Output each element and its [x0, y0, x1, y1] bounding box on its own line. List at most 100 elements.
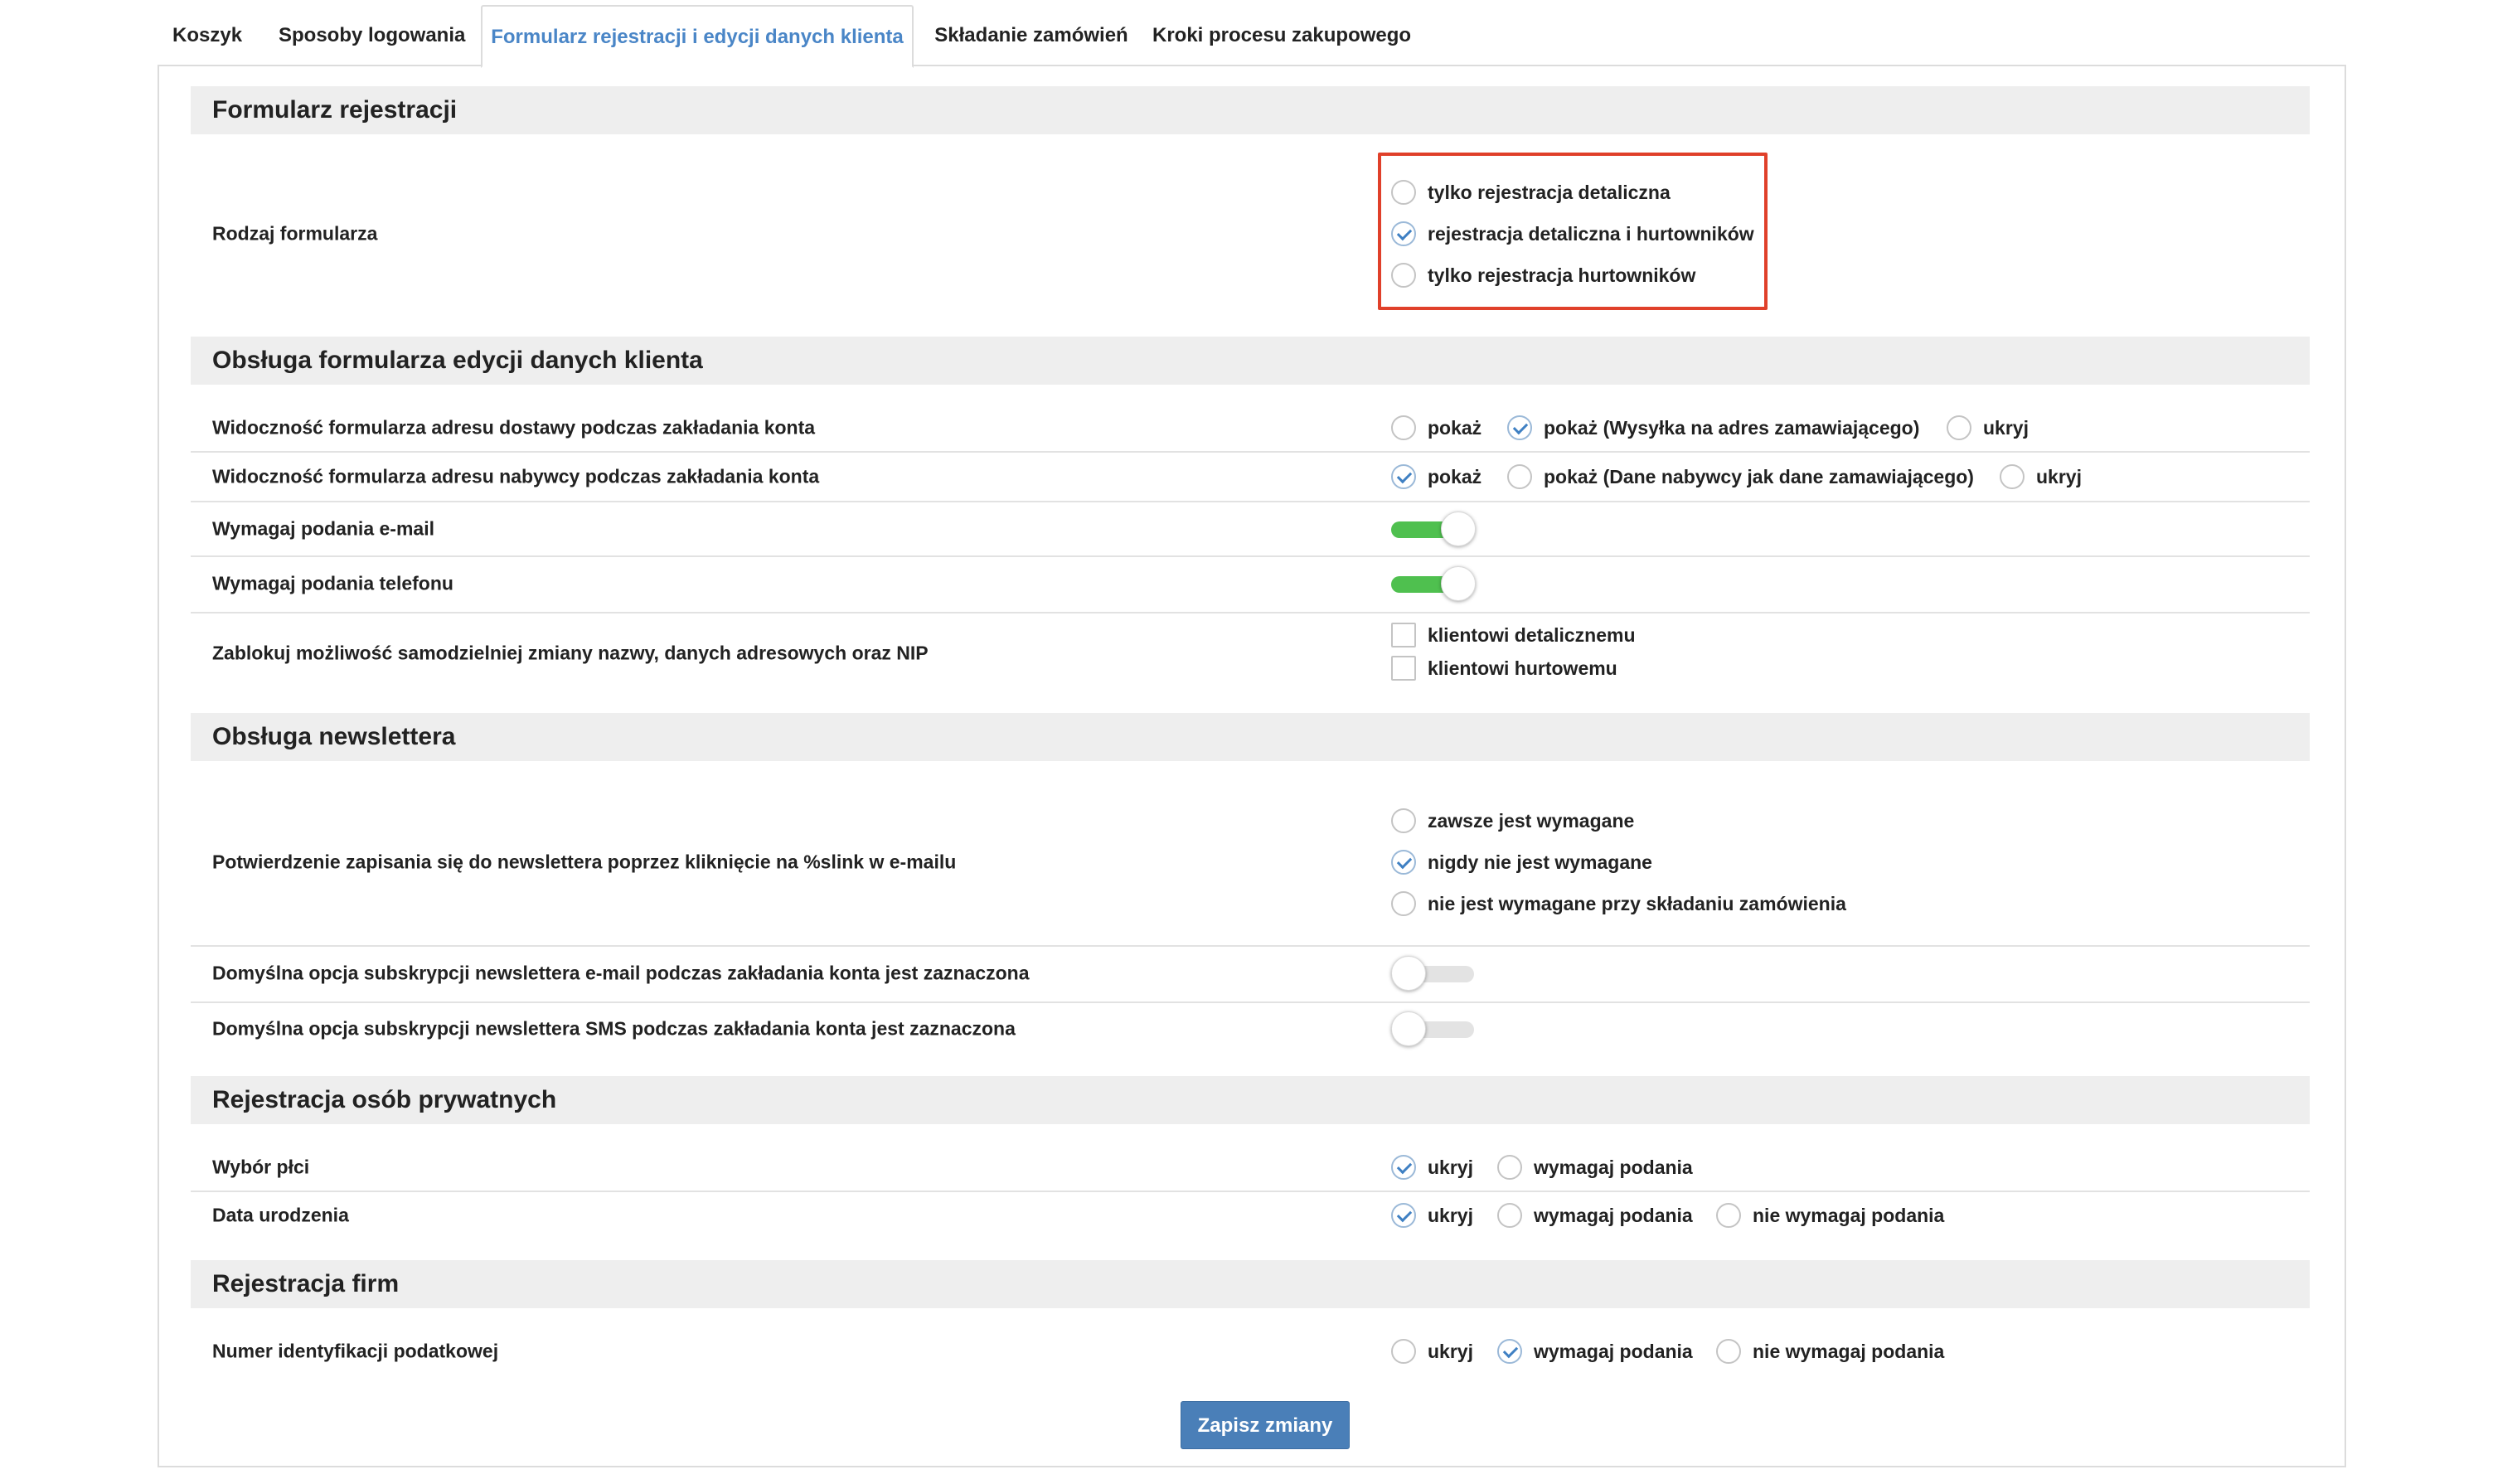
option-label: pokaż [1428, 416, 1482, 439]
require-phone-toggle[interactable] [1391, 566, 1476, 601]
radio-checked-icon [1497, 1339, 1522, 1364]
option-label: pokaż [1428, 465, 1482, 487]
delivery-visibility-hide[interactable]: ukryj [1947, 415, 2029, 440]
delivery-visibility-show[interactable]: pokaż [1391, 415, 1481, 440]
radio-checked-icon [1391, 1155, 1416, 1180]
option-label: nie wymagaj podania [1753, 1204, 1945, 1226]
option-label: nigdy nie jest wymagane [1428, 851, 1652, 873]
radio-checked-icon [1391, 464, 1416, 489]
option-label: pokaż (Dane nabywcy jak dane zamawiające… [1544, 465, 1974, 487]
require-email-toggle[interactable] [1391, 512, 1476, 546]
birth-date-hide[interactable]: ukryj [1391, 1203, 1473, 1228]
settings-panel [158, 66, 2346, 1467]
newsletter-confirmation-label: Potwierdzenie zapisania się do newslette… [212, 851, 957, 873]
radio-icon [1716, 1203, 1741, 1228]
radio-icon [1391, 808, 1416, 833]
row-divider [191, 1191, 2310, 1192]
tab-login-methods[interactable]: Sposoby logowania [279, 5, 465, 66]
row-divider [191, 451, 2310, 453]
option-label: nie wymagaj podania [1753, 1340, 1945, 1362]
tax-id-hide[interactable]: ukryj [1391, 1339, 1473, 1364]
checkbox-icon [1391, 623, 1416, 647]
form-type-option-wholesale[interactable]: tylko rejestracja hurtowników [1391, 263, 1695, 288]
radio-icon [1391, 263, 1416, 288]
option-label: klientowi detalicznemu [1428, 623, 1636, 646]
radio-checked-icon [1507, 415, 1532, 440]
form-type-option-retail-wholesale[interactable]: rejestracja detaliczna i hurtowników [1391, 221, 1754, 246]
section-title-company-registration: Rejestracja firm [191, 1260, 2310, 1308]
option-label: ukryj [1428, 1156, 1473, 1178]
tax-id-require[interactable]: wymagaj podania [1497, 1339, 1693, 1364]
save-button[interactable]: Zapisz zmiany [1181, 1401, 1350, 1449]
gender-hide[interactable]: ukryj [1391, 1155, 1473, 1180]
tax-id-not-require[interactable]: nie wymagaj podania [1716, 1339, 1944, 1364]
radio-icon [1391, 1339, 1416, 1364]
tab-purchase-steps[interactable]: Kroki procesu zakupowego [1152, 5, 1411, 66]
gender-require[interactable]: wymagaj podania [1497, 1155, 1693, 1180]
lock-retail-checkbox[interactable]: klientowi detalicznemu [1391, 623, 1636, 647]
row-divider [191, 1001, 2310, 1003]
newsletter-confirm-never[interactable]: nigdy nie jest wymagane [1391, 850, 1652, 875]
option-label: wymagaj podania [1534, 1340, 1693, 1362]
buyer-visibility-hide[interactable]: ukryj [2000, 464, 2082, 489]
newsletter-confirm-not-on-order[interactable]: nie jest wymagane przy składaniu zamówie… [1391, 891, 1846, 916]
radio-icon [1716, 1339, 1741, 1364]
tax-id-label: Numer identyfikacji podatkowej [212, 1340, 499, 1362]
form-type-option-retail[interactable]: tylko rejestracja detaliczna [1391, 180, 1671, 205]
option-label: wymagaj podania [1534, 1156, 1693, 1178]
buyer-visibility-show[interactable]: pokaż [1391, 464, 1481, 489]
birth-date-label: Data urodzenia [212, 1204, 349, 1226]
option-label: tylko rejestracja hurtowników [1428, 264, 1696, 286]
radio-icon [1507, 464, 1532, 489]
row-divider [191, 555, 2310, 557]
option-label: wymagaj podania [1534, 1204, 1693, 1226]
option-label: zawsze jest wymagane [1428, 809, 1635, 832]
form-type-label: Rodzaj formularza [212, 222, 378, 245]
birth-date-require[interactable]: wymagaj podania [1497, 1203, 1693, 1228]
tab-registration-form[interactable]: Formularz rejestracji i edycji danych kl… [481, 5, 914, 68]
option-label: nie jest wymagane przy składaniu zamówie… [1428, 892, 1846, 914]
tab-koszyk[interactable]: Koszyk [172, 5, 242, 66]
default-email-sub-label: Domyślna opcja subskrypcji newslettera e… [212, 962, 1030, 984]
radio-checked-icon [1391, 221, 1416, 246]
default-sms-sub-label: Domyślna opcja subskrypcji newslettera S… [212, 1017, 1016, 1040]
option-label: rejestracja detaliczna i hurtowników [1428, 222, 1754, 245]
delivery-address-visibility-label: Widoczność formularza adresu dostawy pod… [212, 416, 816, 439]
radio-icon [1497, 1203, 1522, 1228]
option-label: pokaż (Wysyłka na adres zamawiającego) [1544, 416, 1920, 439]
radio-icon [1391, 891, 1416, 916]
newsletter-confirm-always[interactable]: zawsze jest wymagane [1391, 808, 1634, 833]
radio-icon [1391, 415, 1416, 440]
radio-icon [1391, 180, 1416, 205]
birth-date-not-require[interactable]: nie wymagaj podania [1716, 1203, 1944, 1228]
row-divider [191, 945, 2310, 947]
row-divider [191, 612, 2310, 613]
option-label: tylko rejestracja detaliczna [1428, 181, 1671, 203]
tab-order-placement[interactable]: Składanie zamówień [934, 5, 1129, 66]
require-phone-label: Wymagaj podania telefonu [212, 572, 453, 594]
option-label: ukryj [2036, 465, 2082, 487]
delivery-visibility-show-orderer[interactable]: pokaż (Wysyłka na adres zamawiającego) [1507, 415, 1919, 440]
radio-icon [1947, 415, 1971, 440]
toggle-knob [1441, 512, 1476, 546]
radio-checked-icon [1391, 850, 1416, 875]
section-title-registration-form: Formularz rejestracji [191, 86, 2310, 134]
checkbox-icon [1391, 656, 1416, 681]
buyer-address-visibility-label: Widoczność formularza adresu nabywcy pod… [212, 465, 820, 487]
toggle-knob [1391, 956, 1426, 991]
lock-wholesale-checkbox[interactable]: klientowi hurtowemu [1391, 656, 1617, 681]
buyer-visibility-show-orderer[interactable]: pokaż (Dane nabywcy jak dane zamawiające… [1507, 464, 1974, 489]
option-label: ukryj [1428, 1340, 1473, 1362]
section-title-edit-form: Obsługa formularza edycji danych klienta [191, 337, 2310, 385]
default-sms-sub-toggle[interactable] [1391, 1011, 1474, 1046]
toggle-knob [1441, 566, 1476, 601]
toggle-knob [1391, 1011, 1426, 1046]
tab-bar: Koszyk Sposoby logowania Formularz rejes… [158, 5, 2346, 68]
option-label: klientowi hurtowemu [1428, 657, 1617, 679]
option-label: ukryj [1428, 1204, 1473, 1226]
section-title-private-registration: Rejestracja osób prywatnych [191, 1076, 2310, 1124]
default-email-sub-toggle[interactable] [1391, 956, 1474, 991]
section-title-newsletter: Obsługa newslettera [191, 713, 2310, 761]
radio-icon [1497, 1155, 1522, 1180]
option-label: ukryj [1983, 416, 2029, 439]
